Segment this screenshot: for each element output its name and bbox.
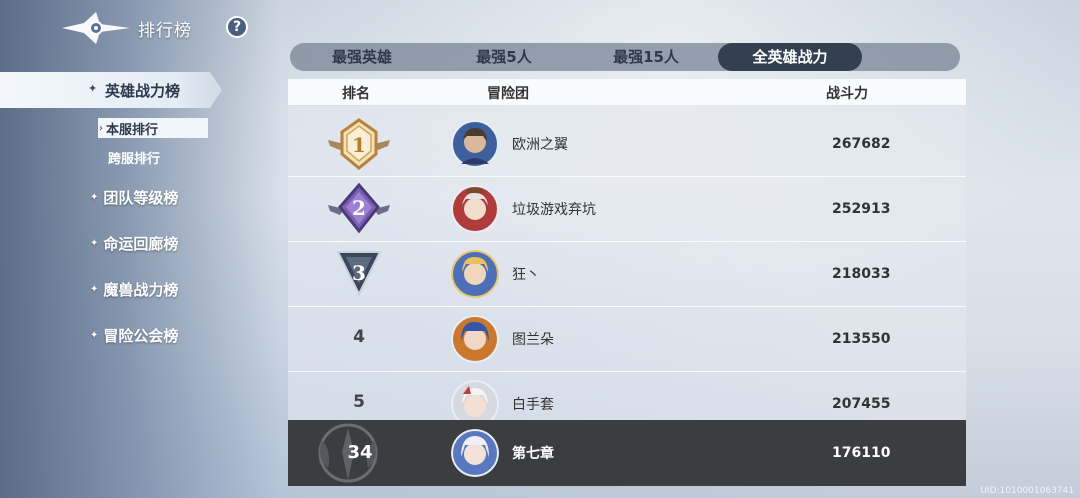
tab-bar: 最强英雄 最强5人 最强15人 全英雄战力 — [290, 43, 960, 71]
chevron-right-icon: › — [99, 122, 103, 134]
tab-all-hero-power[interactable]: 全英雄战力 — [718, 43, 862, 71]
header: 排行榜 — [60, 10, 192, 46]
sidebar-item-beast-power[interactable]: ✦ 魔兽战力榜 — [90, 278, 178, 300]
power-value: 176110 — [832, 445, 891, 461]
ranking-table: 排名 冒险团 战斗力 1 欧洲之翼 267682 2 垃圾游戏弃坑 252913… — [288, 79, 966, 486]
table-body: 1 欧洲之翼 267682 2 垃圾游戏弃坑 252913 3 狂丶 21803… — [288, 106, 966, 432]
avatar — [451, 120, 499, 168]
team-name: 狂丶 — [512, 267, 540, 283]
sidebar-item-hero-power[interactable]: ✦ 英雄战力榜 — [0, 72, 222, 108]
silver-rank-badge-icon: 3 — [336, 251, 382, 297]
sidebar-item-label: 团队等级榜 — [103, 188, 179, 207]
column-power: 战斗力 — [826, 86, 868, 102]
table-row[interactable]: 4 图兰朵 213550 — [288, 307, 966, 372]
sidebar-subitem-cross-server[interactable]: 跨服排行 — [108, 148, 160, 167]
team-name: 图兰朵 — [512, 332, 554, 348]
self-rank-row[interactable]: 34 第七章 176110 — [288, 420, 966, 486]
sparkle-icon: ✦ — [90, 283, 99, 295]
sidebar-item-fate-corridor[interactable]: ✦ 命运回廊榜 — [90, 232, 178, 254]
sidebar-item-label: 英雄战力榜 — [105, 81, 181, 100]
power-value: 207455 — [832, 396, 891, 412]
team-name: 白手套 — [512, 397, 554, 413]
rank-number: 34 — [347, 442, 373, 463]
sidebar-item-team-level[interactable]: ✦ 团队等级榜 — [90, 186, 178, 208]
power-value: 252913 — [832, 201, 891, 217]
sidebar-subitem-label: 本服排行 — [106, 122, 159, 138]
avatar — [451, 315, 499, 363]
avatar — [451, 429, 499, 477]
power-value: 213550 — [832, 331, 891, 347]
page-title: 排行榜 — [138, 20, 192, 41]
column-team: 冒险团 — [487, 86, 529, 102]
column-rank: 排名 — [342, 86, 370, 102]
question-icon[interactable]: ? — [226, 16, 248, 38]
rank-number: 2 — [352, 196, 366, 220]
rank-number: 1 — [352, 133, 366, 157]
table-row[interactable]: 2 垃圾游戏弃坑 252913 — [288, 177, 966, 242]
rank-number: 5 — [353, 392, 365, 412]
table-row[interactable]: 3 狂丶 218033 — [288, 242, 966, 307]
gold-rank-badge-icon: 1 — [328, 118, 390, 170]
team-name: 欧洲之翼 — [512, 137, 568, 153]
tab-strongest-5[interactable]: 最强5人 — [434, 43, 574, 71]
rank-number: 4 — [353, 327, 365, 347]
rank-number: 3 — [352, 261, 366, 285]
team-name: 垃圾游戏弃坑 — [512, 202, 596, 218]
logo-icon — [62, 12, 130, 44]
power-value: 267682 — [832, 136, 891, 152]
table-row[interactable]: 1 欧洲之翼 267682 — [288, 112, 966, 177]
sparkle-icon: ✦ — [90, 329, 99, 341]
sparkle-icon: ✦ — [90, 191, 99, 203]
sparkle-icon: ✦ — [88, 82, 98, 95]
sidebar-item-label: 命运回廊榜 — [103, 234, 179, 253]
team-name: 第七章 — [512, 446, 554, 462]
sidebar-item-label: 魔兽战力榜 — [103, 280, 179, 299]
sidebar-item-guild[interactable]: ✦ 冒险公会榜 — [90, 324, 178, 346]
sidebar-item-label: 冒险公会榜 — [103, 326, 179, 345]
purple-rank-badge-icon: 2 — [328, 183, 390, 234]
tab-strongest-hero[interactable]: 最强英雄 — [290, 43, 434, 71]
avatar — [451, 185, 499, 233]
table-header: 排名 冒险团 战斗力 — [288, 79, 966, 105]
uid-label: UID:1010001063741 — [980, 486, 1074, 496]
avatar — [451, 250, 499, 298]
sidebar-subitem-local[interactable]: › 本服排行 — [98, 118, 208, 138]
power-value: 218033 — [832, 266, 891, 282]
sparkle-icon: ✦ — [90, 237, 99, 249]
tab-strongest-15[interactable]: 最强15人 — [574, 43, 718, 71]
